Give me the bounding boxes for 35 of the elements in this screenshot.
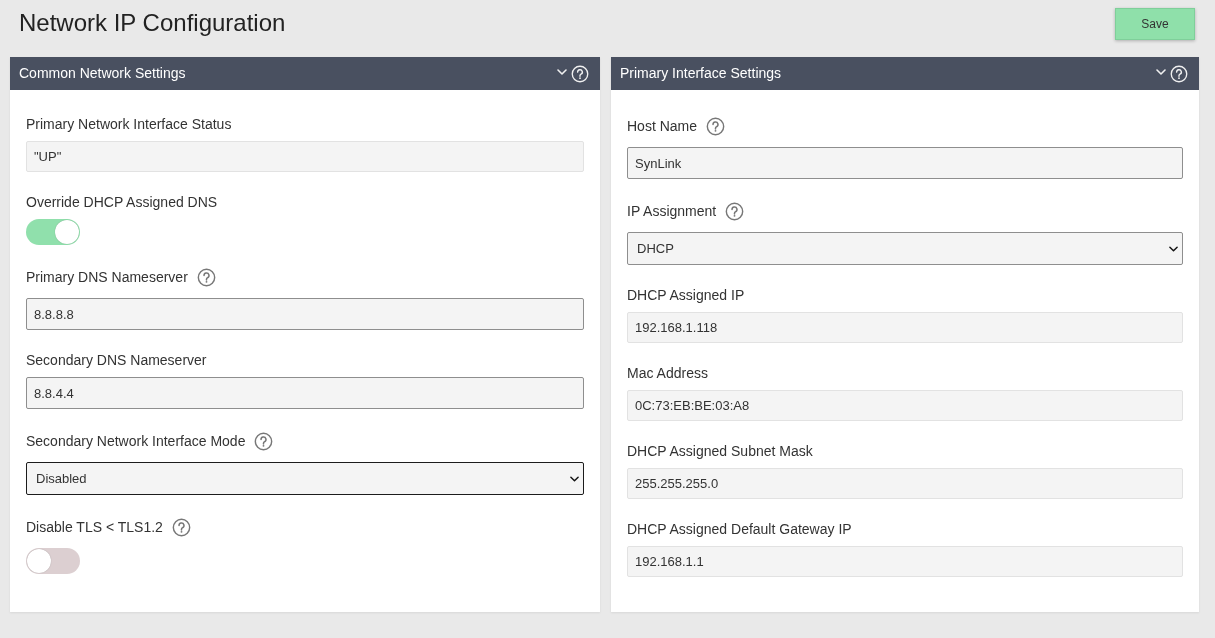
text-field[interactable]: 255.255.255.0: [627, 468, 1183, 499]
field-label: Mac Address: [627, 363, 708, 383]
field-label: Secondary DNS Nameserver: [26, 350, 207, 370]
field-label: Disable TLS < TLS1.2: [26, 517, 163, 537]
dropdown[interactable]: DHCP: [627, 232, 1183, 265]
dropdown[interactable]: Disabled: [26, 462, 584, 495]
help-icon[interactable]: [254, 431, 274, 451]
toggle-switch[interactable]: [26, 219, 80, 245]
text-field[interactable]: 0C:73:EB:BE:03:A8: [627, 390, 1183, 421]
text-field[interactable]: 192.168.1.118: [627, 312, 1183, 343]
toggle-switch[interactable]: [26, 548, 80, 574]
chevron-down-icon[interactable]: [570, 475, 579, 482]
field-label: Primary DNS Nameserver: [26, 267, 188, 287]
help-icon[interactable]: [171, 517, 191, 537]
save-button[interactable]: Save: [1115, 8, 1195, 40]
panel-title: Common Network Settings: [19, 64, 186, 83]
help-icon[interactable]: [725, 201, 745, 221]
field-label: DHCP Assigned Subnet Mask: [627, 441, 813, 461]
field-label: Primary Network Interface Status: [26, 114, 232, 134]
field-label: DHCP Assigned Default Gateway IP: [627, 519, 852, 539]
panel-title: Primary Interface Settings: [620, 64, 782, 83]
text-field[interactable]: "UP": [26, 141, 584, 172]
field-label: Host Name: [627, 116, 698, 136]
help-icon[interactable]: [196, 267, 216, 287]
field-label: DHCP Assigned IP: [627, 285, 745, 305]
text-field[interactable]: SynLink: [627, 147, 1183, 179]
text-field[interactable]: 192.168.1.1: [627, 546, 1183, 577]
text-field[interactable]: 8.8.4.4: [26, 377, 584, 409]
field-label: Override DHCP Assigned DNS: [26, 192, 218, 212]
help-icon[interactable]: [706, 116, 726, 136]
field-label: Secondary Network Interface Mode: [26, 431, 246, 451]
page-title: Network IP Configuration: [19, 8, 286, 38]
chevron-down-icon[interactable]: [1169, 245, 1178, 252]
text-field[interactable]: 8.8.8.8: [26, 298, 584, 330]
field-label: IP Assignment: [627, 201, 717, 221]
